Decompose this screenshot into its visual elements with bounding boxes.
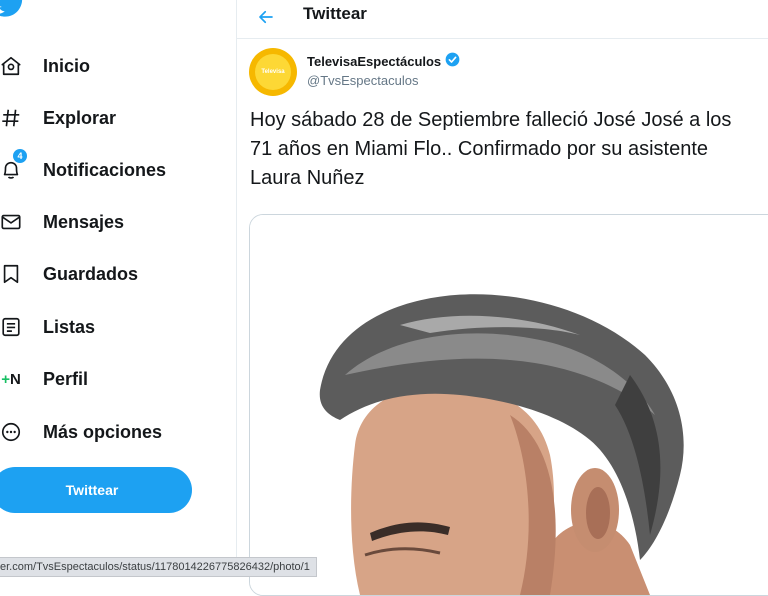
nav-label-guardados: Guardados <box>43 263 139 284</box>
author-display-name[interactable]: TelevisaEspectáculos <box>307 52 460 70</box>
browser-status-url: er.com/TvsEspectaculos/status/1178014226… <box>0 557 317 577</box>
tweet-button[interactable]: Twittear <box>0 467 192 513</box>
tweet-text: Hoy sábado 28 de Septiembre falleció Jos… <box>250 106 768 193</box>
nav-label-mas-opciones: Más opciones <box>43 421 163 442</box>
portrait-photo <box>250 215 768 595</box>
nav-label-mensajes: Mensajes <box>43 211 125 232</box>
author-name-text: TelevisaEspectáculos <box>307 53 442 69</box>
tweet-photo[interactable] <box>249 214 768 596</box>
tweet-line: 71 años en Miami Flo.. Confirmado por su… <box>250 138 708 160</box>
tweet-line: Hoy sábado 28 de Septiembre falleció Jos… <box>250 109 732 131</box>
nav-label-notificaciones: Notificaciones <box>43 159 167 180</box>
envelope-icon <box>0 209 24 235</box>
sidebar: Inicio Explorar 4 Notificaciones Mensaje… <box>0 0 237 575</box>
list-icon <box>0 314 24 340</box>
bookmark-icon <box>0 261 24 287</box>
back-arrow-icon[interactable] <box>257 8 275 31</box>
twitter-logo-icon[interactable] <box>0 0 26 23</box>
home-icon <box>0 53 24 79</box>
nav-label-perfil: Perfil <box>43 368 89 389</box>
more-icon <box>0 419 24 445</box>
nav-label-listas: Listas <box>43 316 96 337</box>
nav-label-inicio: Inicio <box>43 55 91 76</box>
author-handle[interactable]: @TvsEspectaculos <box>307 73 418 88</box>
page-header: Twittear <box>237 0 768 39</box>
tweet-line: Laura Nuñez <box>250 167 365 189</box>
page-title: Twittear <box>303 4 367 23</box>
notification-badge: 4 <box>12 148 28 164</box>
avatar[interactable]: Televisa <box>249 48 297 96</box>
nav-label-explorar: Explorar <box>43 107 117 128</box>
hashtag-icon <box>0 105 24 131</box>
verified-badge-icon <box>445 52 460 70</box>
avatar-logo-text: Televisa <box>255 54 291 90</box>
profile-icon: ++NN <box>1 370 21 388</box>
